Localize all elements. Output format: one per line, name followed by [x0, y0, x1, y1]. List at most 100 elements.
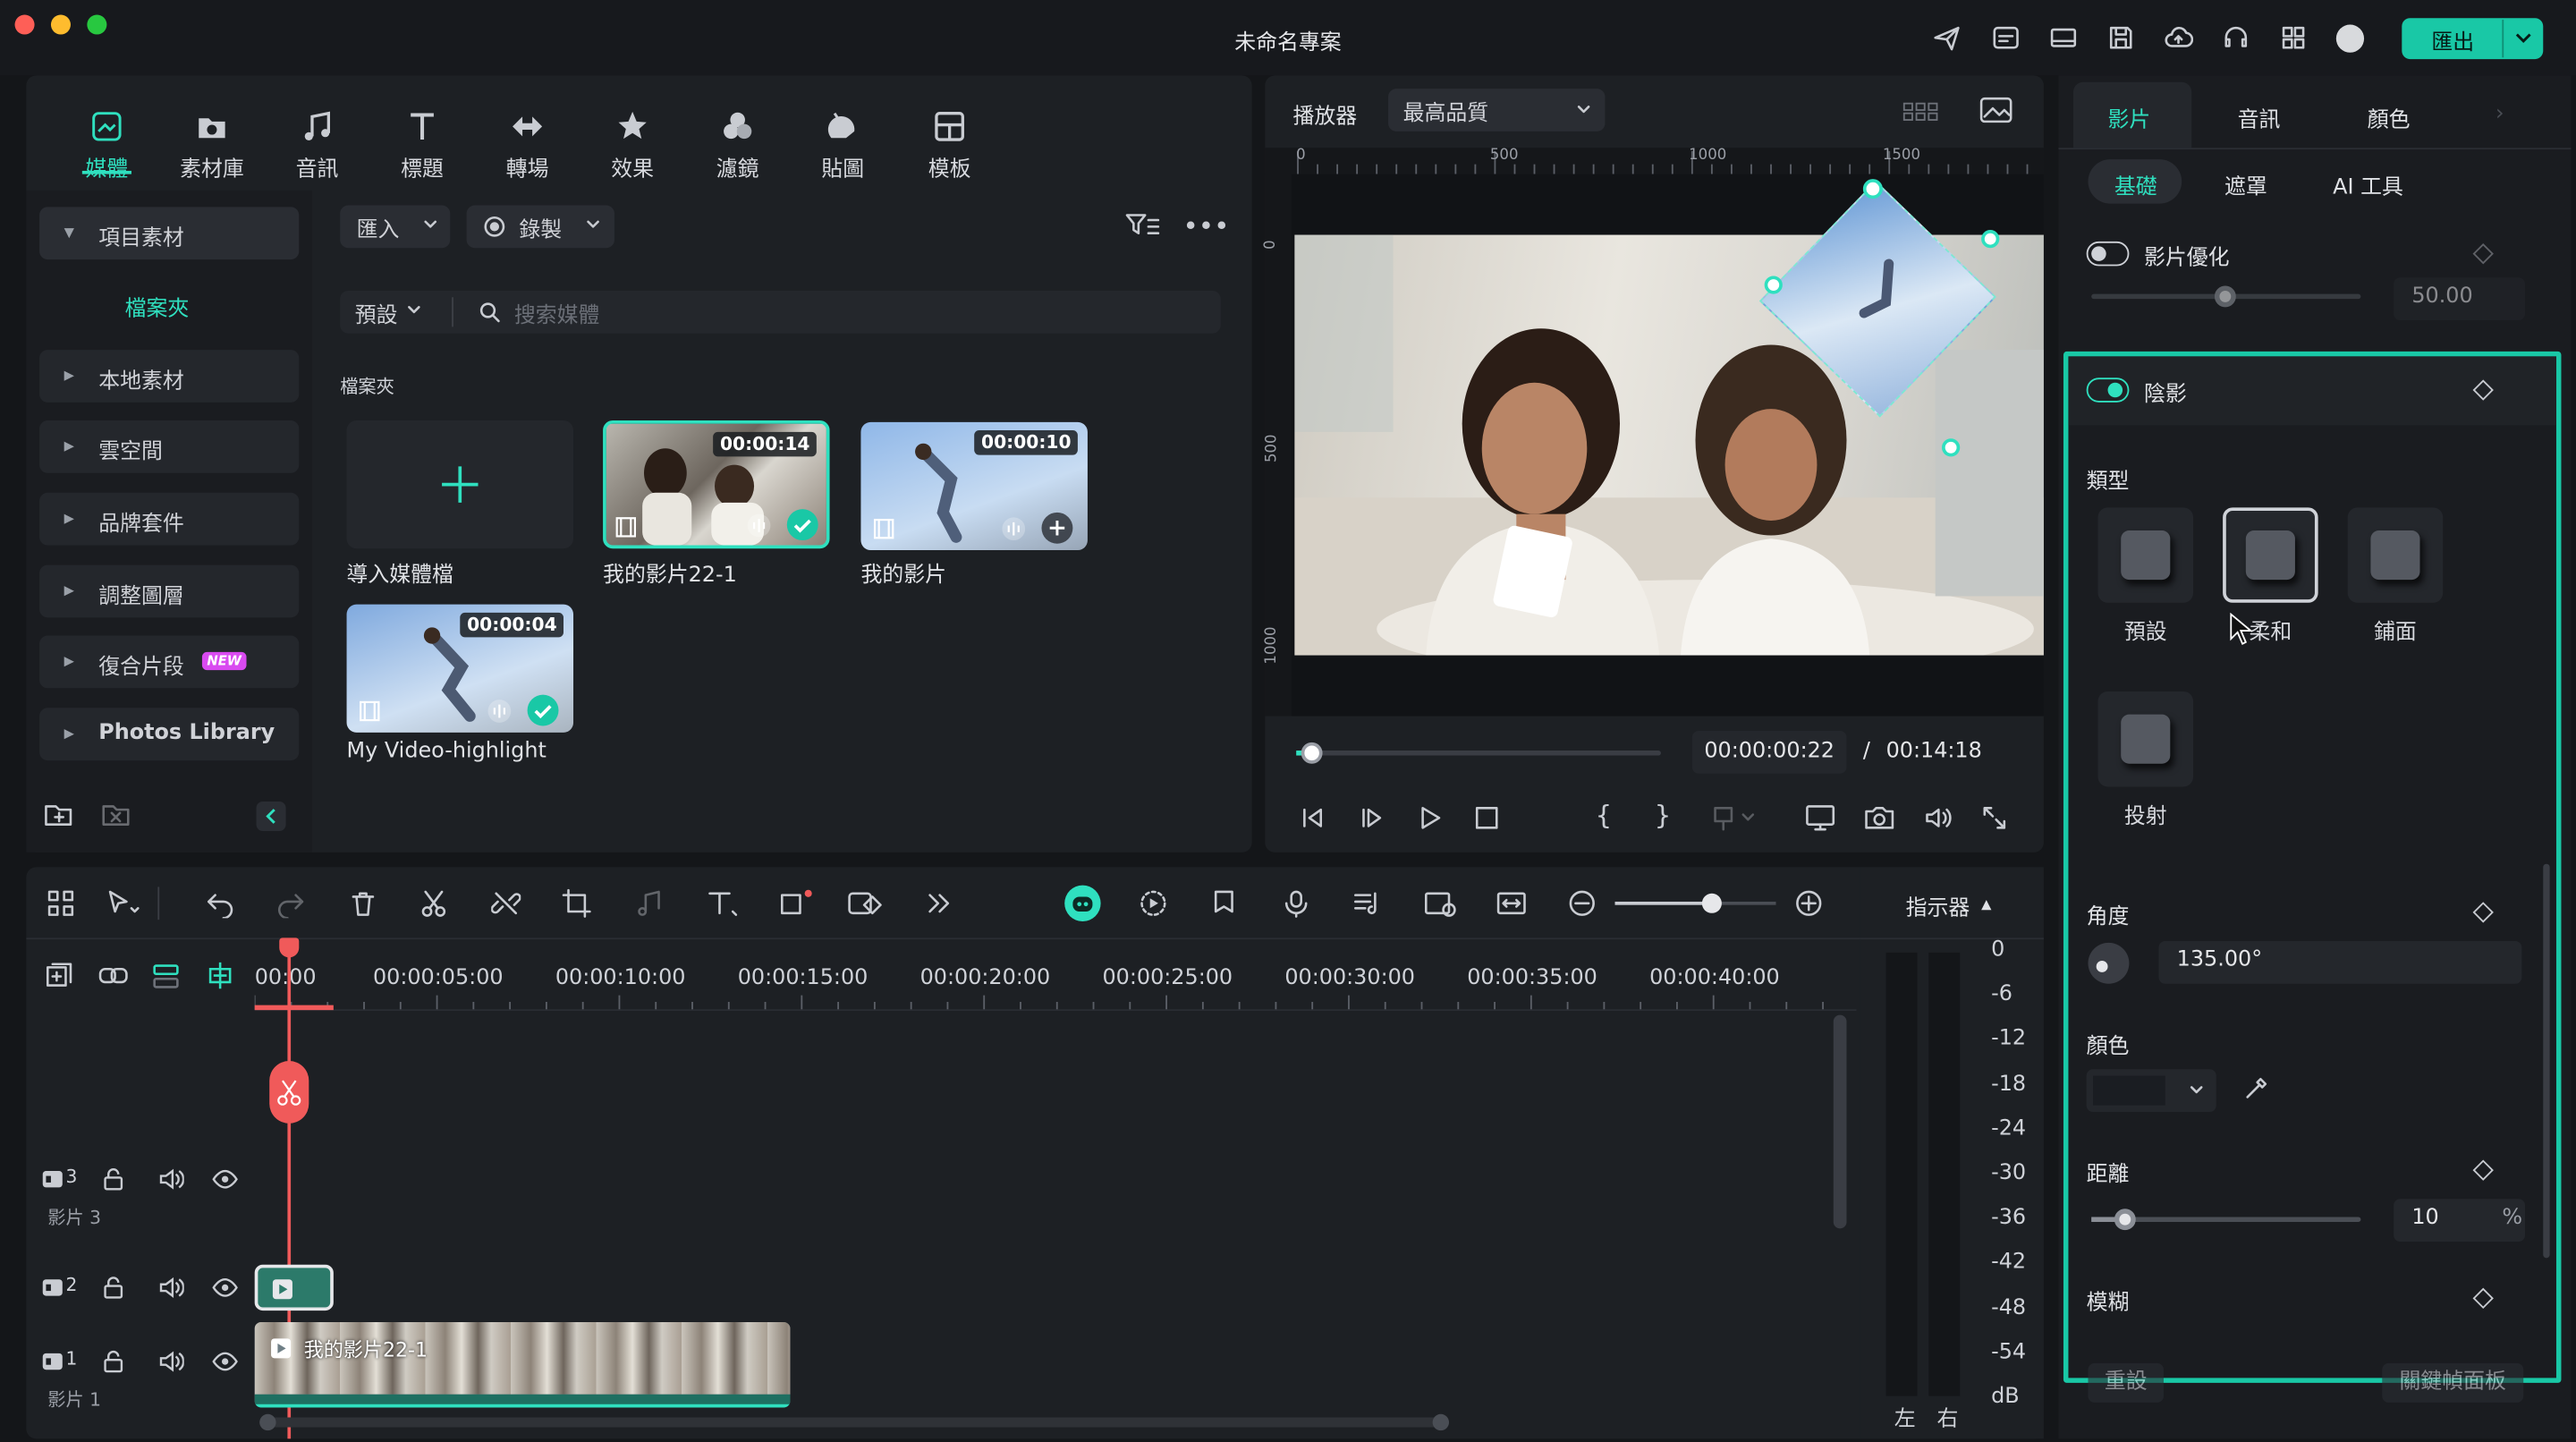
audio-mix-icon[interactable]: [1352, 888, 1382, 918]
shadow-type-projection[interactable]: [2097, 691, 2194, 787]
scrubber-knob[interactable]: [1301, 742, 1323, 764]
display-settings-icon[interactable]: [1804, 803, 1840, 833]
add-to-timeline-icon[interactable]: [1041, 512, 1073, 544]
fullscreen-icon[interactable]: [1979, 803, 2009, 833]
sidebar-item-adjustment-layer[interactable]: ▶ 調整圖層: [39, 564, 300, 618]
sidebar-item-local[interactable]: ▶ 本地素材: [39, 350, 300, 403]
shadow-toggle[interactable]: [2086, 377, 2130, 403]
sidebar-item-project-media[interactable]: ▼ 項目素材: [39, 207, 300, 260]
stop-icon[interactable]: [1472, 803, 1502, 833]
export-button[interactable]: 匯出: [2402, 18, 2544, 60]
sidebar-item-compound-clip[interactable]: ▶ 復合片段 NEW: [39, 635, 300, 689]
zoom-slider-knob[interactable]: [1701, 893, 1722, 913]
send-icon[interactable]: [1932, 23, 1962, 53]
shadow-type-tile[interactable]: [2347, 507, 2444, 603]
eye-icon[interactable]: [212, 1166, 238, 1192]
more-options-icon[interactable]: •••: [1182, 210, 1229, 242]
caret-up-icon[interactable]: ▲: [1981, 896, 1991, 912]
ai-assistant-icon[interactable]: [1064, 885, 1101, 921]
audio-tool-icon[interactable]: [632, 888, 668, 918]
lock-icon[interactable]: [100, 1166, 126, 1192]
media-item-thumbnail[interactable]: 00:00:10: [860, 421, 1088, 551]
overlay-clip[interactable]: [254, 1264, 334, 1311]
media-info-icon[interactable]: [1991, 23, 2021, 53]
eye-icon[interactable]: [212, 1275, 238, 1301]
zoom-out-icon[interactable]: [1567, 888, 1597, 918]
quality-dropdown[interactable]: 最高品質: [1388, 89, 1606, 131]
save-icon[interactable]: [2106, 23, 2136, 53]
current-time[interactable]: 00:00:00:22: [1691, 731, 1847, 774]
zoom-in-icon[interactable]: [1794, 888, 1824, 918]
text-tool-icon[interactable]: [705, 888, 741, 918]
delete-folder-icon[interactable]: [102, 802, 131, 827]
media-item-thumbnail[interactable]: 00:00:04: [346, 604, 574, 733]
crop-icon[interactable]: [562, 888, 591, 918]
chevron-down-icon[interactable]: [2512, 21, 2535, 55]
redo-icon[interactable]: [276, 888, 306, 919]
color-picker-dropdown[interactable]: [2086, 1069, 2216, 1112]
mask-tool-icon[interactable]: [846, 888, 886, 918]
filter-sort-icon[interactable]: [1123, 210, 1160, 240]
volume-icon[interactable]: [1922, 803, 1955, 833]
timeline-horizontal-scrollbar[interactable]: [259, 1413, 1450, 1431]
mark-in-icon[interactable]: {: [1595, 800, 1612, 831]
marker-icon[interactable]: [1209, 888, 1239, 918]
angle-dial[interactable]: [2088, 942, 2130, 984]
layout-menu-icon[interactable]: [46, 888, 75, 918]
tab-more[interactable]: ›: [2496, 102, 2504, 127]
select-tool-icon[interactable]: [106, 888, 141, 918]
next-frame-icon[interactable]: [1357, 803, 1386, 833]
timeline-vertical-scrollbar[interactable]: [1833, 1014, 1847, 1229]
tab-color[interactable]: 顏色: [2368, 102, 2411, 133]
snapshot-image-icon[interactable]: [1978, 95, 2013, 124]
enhance-toggle[interactable]: [2086, 241, 2130, 267]
enhance-slider[interactable]: [2091, 285, 2361, 308]
more-tools-icon[interactable]: [923, 888, 953, 918]
mark-out-icon[interactable]: }: [1655, 800, 1672, 831]
layout-icon[interactable]: [2048, 23, 2078, 53]
import-media-tile[interactable]: [346, 420, 574, 549]
grid-view-icon[interactable]: [1902, 98, 1938, 124]
microphone-icon[interactable]: [1282, 888, 1311, 918]
cloud-upload-icon[interactable]: [2164, 23, 2194, 53]
apps-grid-icon[interactable]: [2279, 23, 2309, 53]
preview-canvas[interactable]: [1291, 174, 2044, 717]
add-track-icon[interactable]: [45, 961, 74, 990]
tab-effects[interactable]: 效果: [591, 108, 674, 182]
tab-stock[interactable]: 素材庫: [171, 108, 253, 182]
split-at-playhead-button[interactable]: [269, 1061, 309, 1124]
detach-icon[interactable]: [491, 888, 521, 918]
tab-transition[interactable]: 轉場: [487, 108, 569, 182]
tab-music[interactable]: 音訊: [276, 108, 359, 182]
lock-icon[interactable]: [100, 1275, 126, 1301]
reset-button[interactable]: 重設: [2088, 1362, 2164, 1403]
media-item-thumbnail[interactable]: 00:00:14: [603, 420, 830, 549]
tab-sticker[interactable]: 貼圖: [801, 108, 884, 182]
zoom-slider[interactable]: [1614, 893, 1776, 913]
support-icon[interactable]: [2221, 23, 2250, 53]
search-input[interactable]: 搜索媒體: [514, 297, 600, 329]
eye-icon[interactable]: [212, 1348, 238, 1374]
lock-icon[interactable]: [100, 1348, 126, 1374]
undo-icon[interactable]: [206, 888, 235, 919]
meter-label[interactable]: 指示器: [1906, 890, 1970, 921]
sidebar-item-folder[interactable]: 檔案夾: [125, 291, 190, 322]
main-video-clip[interactable]: 我的影片22-1: [254, 1321, 791, 1408]
angle-value-input[interactable]: 135.00°: [2158, 941, 2522, 984]
fit-timeline-icon[interactable]: [1495, 888, 1528, 918]
speaker-icon[interactable]: [157, 1348, 184, 1374]
auto-reframe-icon[interactable]: [1423, 888, 1459, 918]
subtab-ai-tools[interactable]: AI 工具: [2333, 169, 2403, 200]
distance-value-input[interactable]: 10%: [2394, 1199, 2526, 1243]
insert-clip-icon[interactable]: [1710, 803, 1756, 833]
resize-handle[interactable]: [1764, 276, 1783, 294]
playback-scrubber[interactable]: [1296, 742, 1661, 764]
shadow-type-default[interactable]: [2097, 507, 2194, 603]
camera-icon[interactable]: [1863, 803, 1896, 833]
speaker-icon[interactable]: [157, 1166, 184, 1192]
tab-video[interactable]: 影片: [2108, 102, 2151, 133]
delete-icon[interactable]: [348, 888, 377, 918]
import-dropdown[interactable]: 匯入: [340, 205, 451, 249]
split-scissors-icon[interactable]: [419, 888, 448, 918]
subtab-mask[interactable]: 遮罩: [2224, 169, 2267, 200]
